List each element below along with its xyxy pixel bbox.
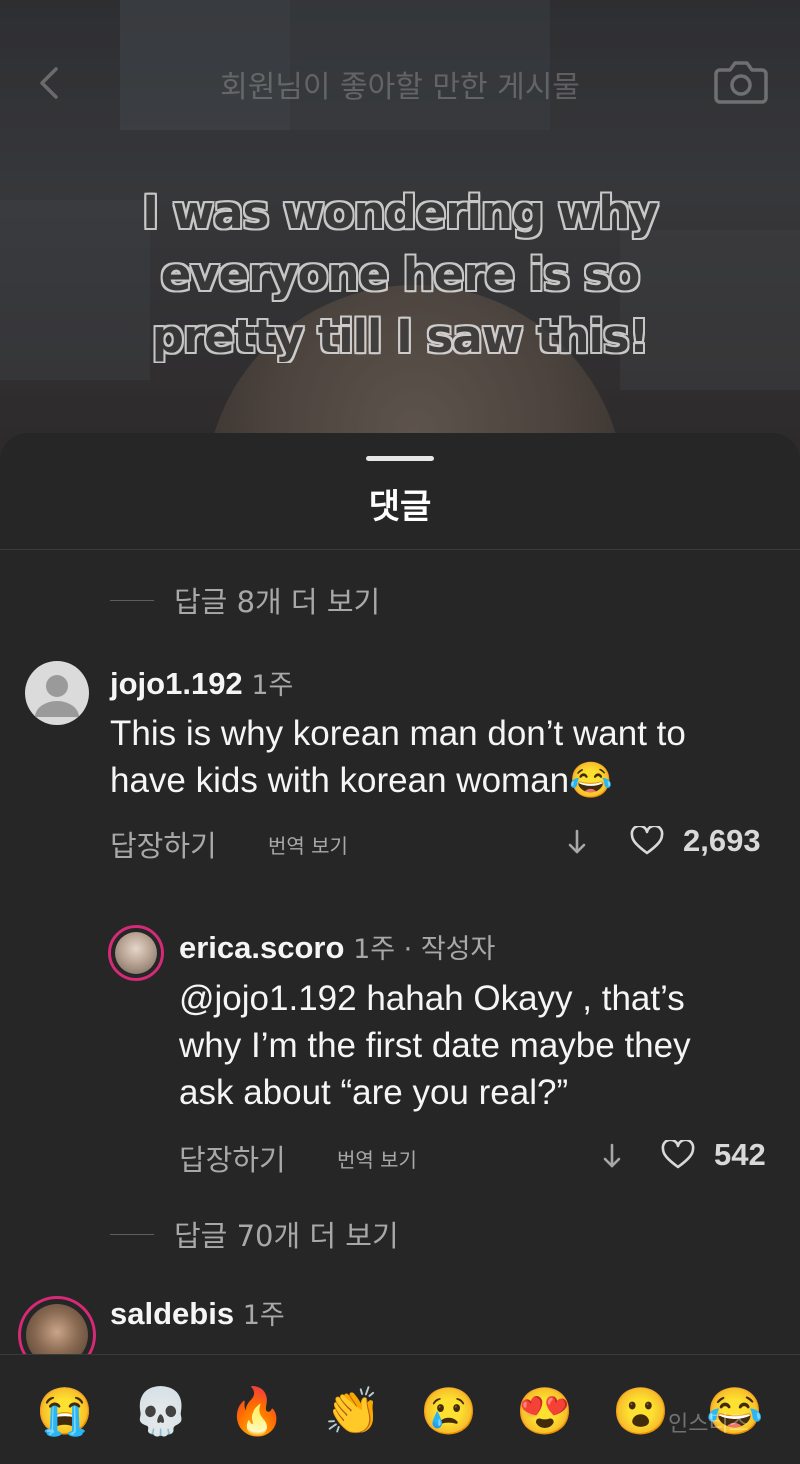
view-more-replies-label: 답글 8개 더 보기 (174, 585, 381, 619)
see-translation-button[interactable]: 번역 보기 (337, 1144, 417, 1173)
view-more-replies-button[interactable]: 답글 8개 더 보기 (110, 579, 380, 621)
comment-time: 1주 (251, 670, 294, 701)
dislike-arrow-icon[interactable] (566, 827, 588, 857)
comment: saldebis 1주 (0, 1291, 800, 1374)
like-count: 2,693 (683, 823, 761, 858)
view-more-replies-button[interactable]: 답글 70개 더 보기 (110, 1213, 399, 1255)
reply-button[interactable]: 답장하기 (179, 1137, 286, 1179)
like-count: 542 (714, 1137, 766, 1172)
drag-handle[interactable] (366, 456, 434, 461)
page-title: 회원님이 좋아할 만한 게시물 (220, 70, 580, 105)
avatar[interactable] (108, 925, 164, 981)
watermark: 인스티즈 (668, 1412, 749, 1437)
default-avatar-icon (35, 675, 79, 717)
comment: jojo1.192 1주 This is why korean man don’… (0, 653, 800, 873)
caption-line: pretty till I saw this! (151, 310, 649, 363)
comment-username[interactable]: erica.scoro (179, 930, 344, 965)
heart-icon[interactable] (661, 1140, 695, 1170)
top-bar: 회원님이 좋아할 만한 게시물 (0, 50, 800, 114)
reply-comment: erica.scoro 1주 · 작성자 @jojo1.192 hahah Ok… (0, 923, 800, 1183)
video-caption: I was wondering why everyone here is so … (100, 182, 700, 368)
see-translation-button[interactable]: 번역 보기 (268, 830, 348, 859)
comment-text-line: @jojo1.192 hahah Okayy , that’s (179, 979, 685, 1018)
emoji-button[interactable]: 😮 (612, 1383, 669, 1439)
camera-icon[interactable] (714, 56, 768, 106)
caption-line: I was wondering why (142, 186, 659, 239)
comment-text-line: have kids with korean woman😂 (110, 761, 613, 800)
emoji-button[interactable]: 🔥 (228, 1383, 285, 1439)
reply-button[interactable]: 답장하기 (110, 823, 217, 865)
emoji-button[interactable]: 💀 (132, 1383, 189, 1439)
view-more-replies-label: 답글 70개 더 보기 (174, 1219, 399, 1253)
emoji-button[interactable]: 😍 (516, 1383, 573, 1439)
comment-text-line: ask about “are you real?” (179, 1073, 569, 1112)
comment-time: 1주 · 작성자 (353, 934, 496, 965)
emoji-button[interactable]: 😭 (36, 1383, 93, 1439)
avatar[interactable] (25, 661, 89, 725)
comment-text-line: why I’m the first date maybe they (179, 1026, 691, 1065)
dislike-arrow-icon[interactable] (601, 1141, 623, 1171)
comment-time: 1주 (242, 1300, 285, 1331)
sheet-title: 댓글 (368, 487, 432, 527)
divider (0, 549, 800, 550)
heart-icon[interactable] (630, 826, 664, 856)
emoji-button[interactable]: 👏 (324, 1383, 381, 1439)
caption-line: everyone here is so (160, 248, 641, 301)
emoji-button[interactable]: 😢 (420, 1383, 477, 1439)
comment-username[interactable]: jojo1.192 (110, 666, 243, 701)
comment-username[interactable]: saldebis (110, 1296, 234, 1331)
comment-text-line: This is why korean man don’t want to (110, 714, 686, 753)
comments-sheet: 댓글 답글 8개 더 보기 jojo1.192 1주 This is why k… (0, 433, 800, 1463)
